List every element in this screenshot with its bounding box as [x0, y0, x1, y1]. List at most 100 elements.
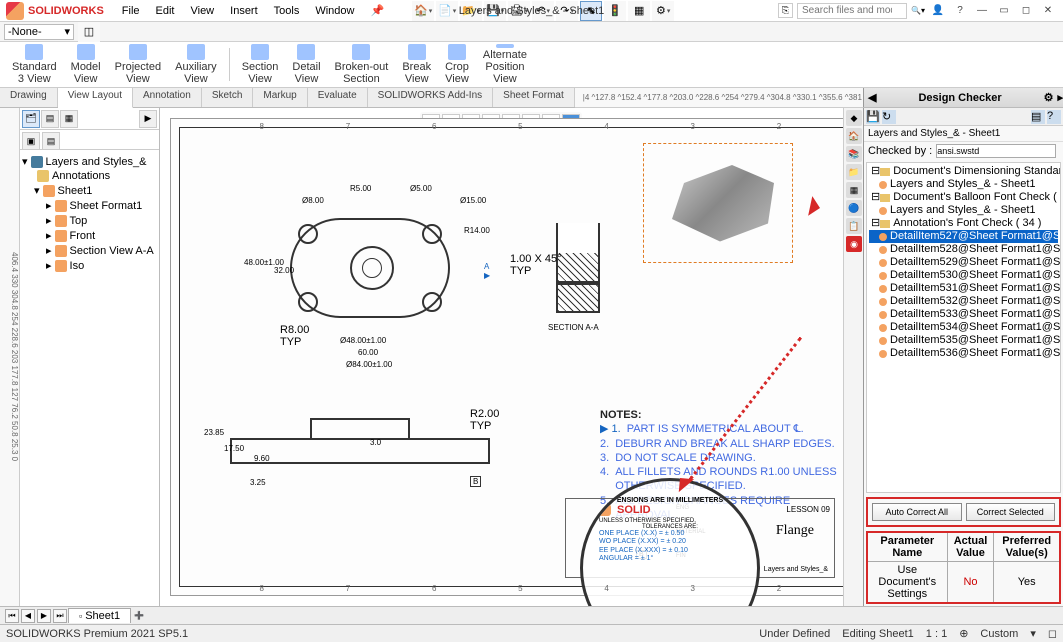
tab-markup[interactable]: Markup: [253, 88, 307, 107]
menu-file[interactable]: File: [114, 3, 148, 19]
tree-view-iso[interactable]: ▸Iso: [22, 258, 157, 273]
dc-item[interactable]: DetailItem535@Sheet Format1@Sheet1: [869, 334, 1058, 347]
drawing-sheet[interactable]: 8765432 Ø8.00 R5.00 Ø5.00 Ø15.00 R14.00 …: [170, 118, 853, 596]
tree-view-section[interactable]: ▸Section View A-A: [22, 243, 157, 258]
dc-item[interactable]: DetailItem532@Sheet Format1@Sheet1: [869, 295, 1058, 308]
help-icon[interactable]: ?: [951, 3, 969, 19]
search-dropdown-icon[interactable]: 🔍▾: [911, 6, 925, 15]
cmd-model-view[interactable]: ModelView: [67, 44, 105, 85]
tree-root[interactable]: ▾Layers and Styles_&: [22, 154, 157, 169]
dc-close-icon[interactable]: ▸: [1057, 91, 1063, 104]
dc-auto-correct-button[interactable]: Auto Correct All: [872, 503, 962, 521]
search-cmd-icon[interactable]: ⎘: [778, 3, 793, 18]
dc-correct-selected-button[interactable]: Correct Selected: [966, 503, 1056, 521]
dc-standard-select[interactable]: [936, 144, 1056, 158]
dc-item[interactable]: DetailItem533@Sheet Format1@Sheet1: [869, 308, 1058, 321]
layer-props-icon[interactable]: ◫: [78, 22, 100, 42]
sheet-prev-icon[interactable]: ◀: [21, 609, 35, 623]
dc-report-icon[interactable]: ▤: [1031, 110, 1045, 124]
cmd-standard-3view[interactable]: Standard3 View: [8, 44, 61, 85]
rebuild-icon[interactable]: 🚦: [604, 1, 626, 21]
menu-tools[interactable]: Tools: [266, 3, 308, 19]
cmd-detail-view[interactable]: DetailView: [288, 44, 324, 85]
graphics-area[interactable]: ⊡ 🔍 ↩ ▧ ◐ 👁 🎨 ▦ 8765432: [160, 108, 863, 606]
tp-custom-props-icon[interactable]: 📋: [846, 218, 862, 234]
section-view[interactable]: 1.00 X 45°TYP SECTION A-A: [550, 223, 650, 353]
tree-format[interactable]: ▸Sheet Format1: [22, 198, 157, 213]
status-units-icon[interactable]: ⊕: [959, 627, 968, 640]
maximize-icon[interactable]: ◻: [1017, 3, 1035, 19]
tp-design-lib-icon[interactable]: 📚: [846, 146, 862, 162]
tab-sketch[interactable]: Sketch: [202, 88, 254, 107]
dc-item[interactable]: DetailItem530@Sheet Format1@Sheet1: [869, 269, 1058, 282]
dc-refresh-icon[interactable]: ↻: [882, 110, 896, 124]
dc-help-icon[interactable]: ?: [1047, 110, 1061, 124]
sheet-last-icon[interactable]: ⏭: [53, 609, 67, 623]
dc-group-font[interactable]: ⊟Annotation's Font Check ( 34 ): [869, 217, 1058, 230]
menu-pin-icon[interactable]: 📌: [362, 2, 392, 19]
dc-item-selected[interactable]: DetailItem527@Sheet Format1@Sheet1: [869, 230, 1058, 243]
fm-filter2-icon[interactable]: ▤: [42, 132, 60, 150]
dc-save-icon[interactable]: 💾: [866, 110, 880, 124]
front-view[interactable]: Ø8.00 R5.00 Ø5.00 Ø15.00 R14.00 48.00±1.…: [250, 188, 480, 348]
dc-group-balloon[interactable]: ⊟Document's Balloon Font Check ( 1 ): [869, 191, 1058, 204]
tab-evaluate[interactable]: Evaluate: [308, 88, 368, 107]
menu-edit[interactable]: Edit: [148, 3, 183, 19]
tree-view-top[interactable]: ▸Top: [22, 213, 157, 228]
restore-icon[interactable]: ▭: [995, 3, 1013, 19]
fm-tab-prop-icon[interactable]: ▤: [41, 110, 59, 128]
tab-view-layout[interactable]: View Layout: [58, 88, 133, 108]
sheet-tab-1[interactable]: ▫ Sheet1: [68, 608, 131, 623]
settings-icon[interactable]: ⚙: [652, 1, 674, 21]
tree-sheet[interactable]: ▾Sheet1: [22, 183, 157, 198]
fm-tab-config-icon[interactable]: ▦: [60, 110, 78, 128]
tp-resources-icon[interactable]: ◆: [846, 110, 862, 126]
tp-view-palette-icon[interactable]: ▦: [846, 182, 862, 198]
fm-tab-tree-icon[interactable]: 🗂: [22, 110, 40, 128]
tab-addins[interactable]: SOLIDWORKS Add-Ins: [368, 88, 493, 107]
menu-view[interactable]: View: [182, 3, 222, 19]
close-icon[interactable]: ✕: [1039, 3, 1057, 19]
sheet-first-icon[interactable]: ⏮: [5, 609, 19, 623]
tp-appearances-icon[interactable]: 🔵: [846, 200, 862, 216]
cmd-alternate-position[interactable]: AlternatePositionView: [479, 44, 531, 85]
new-icon[interactable]: 📄: [436, 1, 458, 21]
cmd-crop-view[interactable]: CropView: [441, 44, 473, 85]
dc-item[interactable]: DetailItem529@Sheet Format1@Sheet1: [869, 256, 1058, 269]
tab-drawing[interactable]: Drawing: [0, 88, 58, 107]
dc-item[interactable]: DetailItem536@Sheet Format1@Sheet1: [869, 347, 1058, 360]
dc-settings-icon[interactable]: ⚙: [1044, 91, 1054, 104]
user-icon[interactable]: 👤: [929, 3, 947, 19]
tree-view-front[interactable]: ▸Front: [22, 228, 157, 243]
menu-insert[interactable]: Insert: [222, 3, 266, 19]
cmd-auxiliary-view[interactable]: AuxiliaryView: [171, 44, 221, 85]
options-icon[interactable]: ▦: [628, 1, 650, 21]
cmd-break-view[interactable]: BreakView: [398, 44, 435, 85]
dc-group-dim[interactable]: ⊟Document's Dimensioning Standard Check …: [869, 165, 1058, 178]
search-input[interactable]: [797, 3, 907, 19]
dc-item[interactable]: DetailItem531@Sheet Format1@Sheet1: [869, 282, 1058, 295]
dc-results-tree[interactable]: ⊟Document's Dimensioning Standard Check …: [866, 162, 1061, 493]
tree-annotations[interactable]: Annotations: [22, 169, 157, 183]
dc-item[interactable]: DetailItem528@Sheet Format1@Sheet1: [869, 243, 1058, 256]
dc-item[interactable]: Layers and Styles_& - Sheet1: [869, 178, 1058, 191]
menu-window[interactable]: Window: [307, 3, 362, 19]
tp-forum-icon[interactable]: ◉: [846, 236, 862, 252]
top-view[interactable]: 23.85 17.50 9.60 3.25 R2.00TYP 3.0 B: [210, 408, 520, 498]
minimize-icon[interactable]: —: [973, 3, 991, 19]
cmd-projected-view[interactable]: ProjectedView: [111, 44, 165, 85]
sheet-add-icon[interactable]: ➕: [132, 609, 146, 623]
dc-item[interactable]: DetailItem534@Sheet Format1@Sheet1: [869, 321, 1058, 334]
fm-tree[interactable]: ▾Layers and Styles_& Annotations ▾Sheet1…: [20, 150, 159, 606]
iso-view[interactable]: [643, 143, 793, 263]
tab-sheet-format[interactable]: Sheet Format: [493, 88, 575, 107]
dc-item[interactable]: Layers and Styles_& - Sheet1: [869, 204, 1058, 217]
layer-select[interactable]: -None-▾: [4, 24, 74, 40]
tp-home-icon[interactable]: 🏠: [846, 128, 862, 144]
fm-expand-icon[interactable]: ▶: [139, 110, 157, 128]
home-icon[interactable]: 🏠: [412, 1, 434, 21]
cmd-brokenout-section[interactable]: Broken-outSection: [331, 44, 393, 85]
status-mode-icon[interactable]: ◻: [1048, 627, 1057, 640]
sheet-next-icon[interactable]: ▶: [37, 609, 51, 623]
tab-annotation[interactable]: Annotation: [133, 88, 202, 107]
